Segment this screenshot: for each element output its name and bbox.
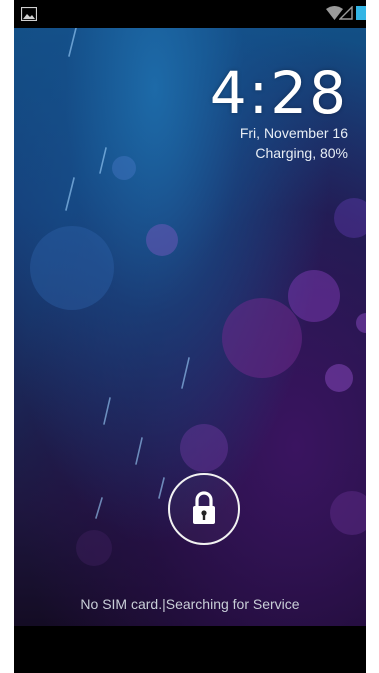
status-bar (14, 0, 366, 28)
battery-icon (356, 6, 366, 20)
carrier-status: No SIM card.|Searching for Service (80, 596, 300, 612)
lockscreen-date: Fri, November 16 (239, 125, 348, 141)
image-notification-icon (21, 7, 37, 21)
lock-icon (193, 491, 215, 524)
charging-status: Charging, 80% (255, 145, 348, 161)
unlock-button[interactable] (168, 473, 240, 545)
lockscreen-clock: 4:28 (209, 59, 348, 127)
signal-icon (339, 6, 353, 20)
phone-screen: 4:28 Fri, November 16 Charging, 80% No S… (14, 0, 366, 673)
navigation-bar (14, 626, 366, 673)
